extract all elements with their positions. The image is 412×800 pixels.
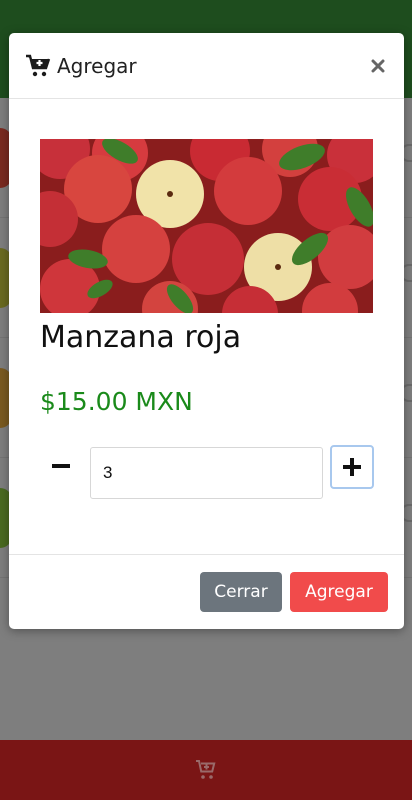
cart-plus-icon bbox=[196, 760, 216, 779]
close-modal-button[interactable]: Cerrar bbox=[200, 572, 282, 612]
product-image bbox=[40, 139, 373, 313]
add-product-modal: Agregar Manzana roja $15.00 MXN Cerrar A… bbox=[9, 33, 404, 629]
cart-bar[interactable] bbox=[0, 740, 412, 800]
add-to-cart-button[interactable]: Agregar bbox=[290, 572, 388, 612]
close-button[interactable] bbox=[368, 56, 388, 76]
product-name: Manzana roja bbox=[40, 320, 242, 355]
cart-plus-icon bbox=[26, 54, 51, 76]
decrease-quantity-button[interactable] bbox=[40, 446, 82, 488]
minus-icon bbox=[52, 464, 70, 468]
modal-footer: Cerrar Agregar bbox=[9, 555, 404, 629]
quantity-input[interactable] bbox=[90, 447, 323, 499]
product-price: $15.00 MXN bbox=[40, 387, 193, 416]
modal-title: Agregar bbox=[57, 53, 137, 78]
increase-quantity-button[interactable] bbox=[330, 445, 374, 489]
modal-header: Agregar bbox=[9, 33, 404, 99]
close-icon bbox=[371, 59, 385, 72]
plus-icon bbox=[343, 458, 361, 476]
